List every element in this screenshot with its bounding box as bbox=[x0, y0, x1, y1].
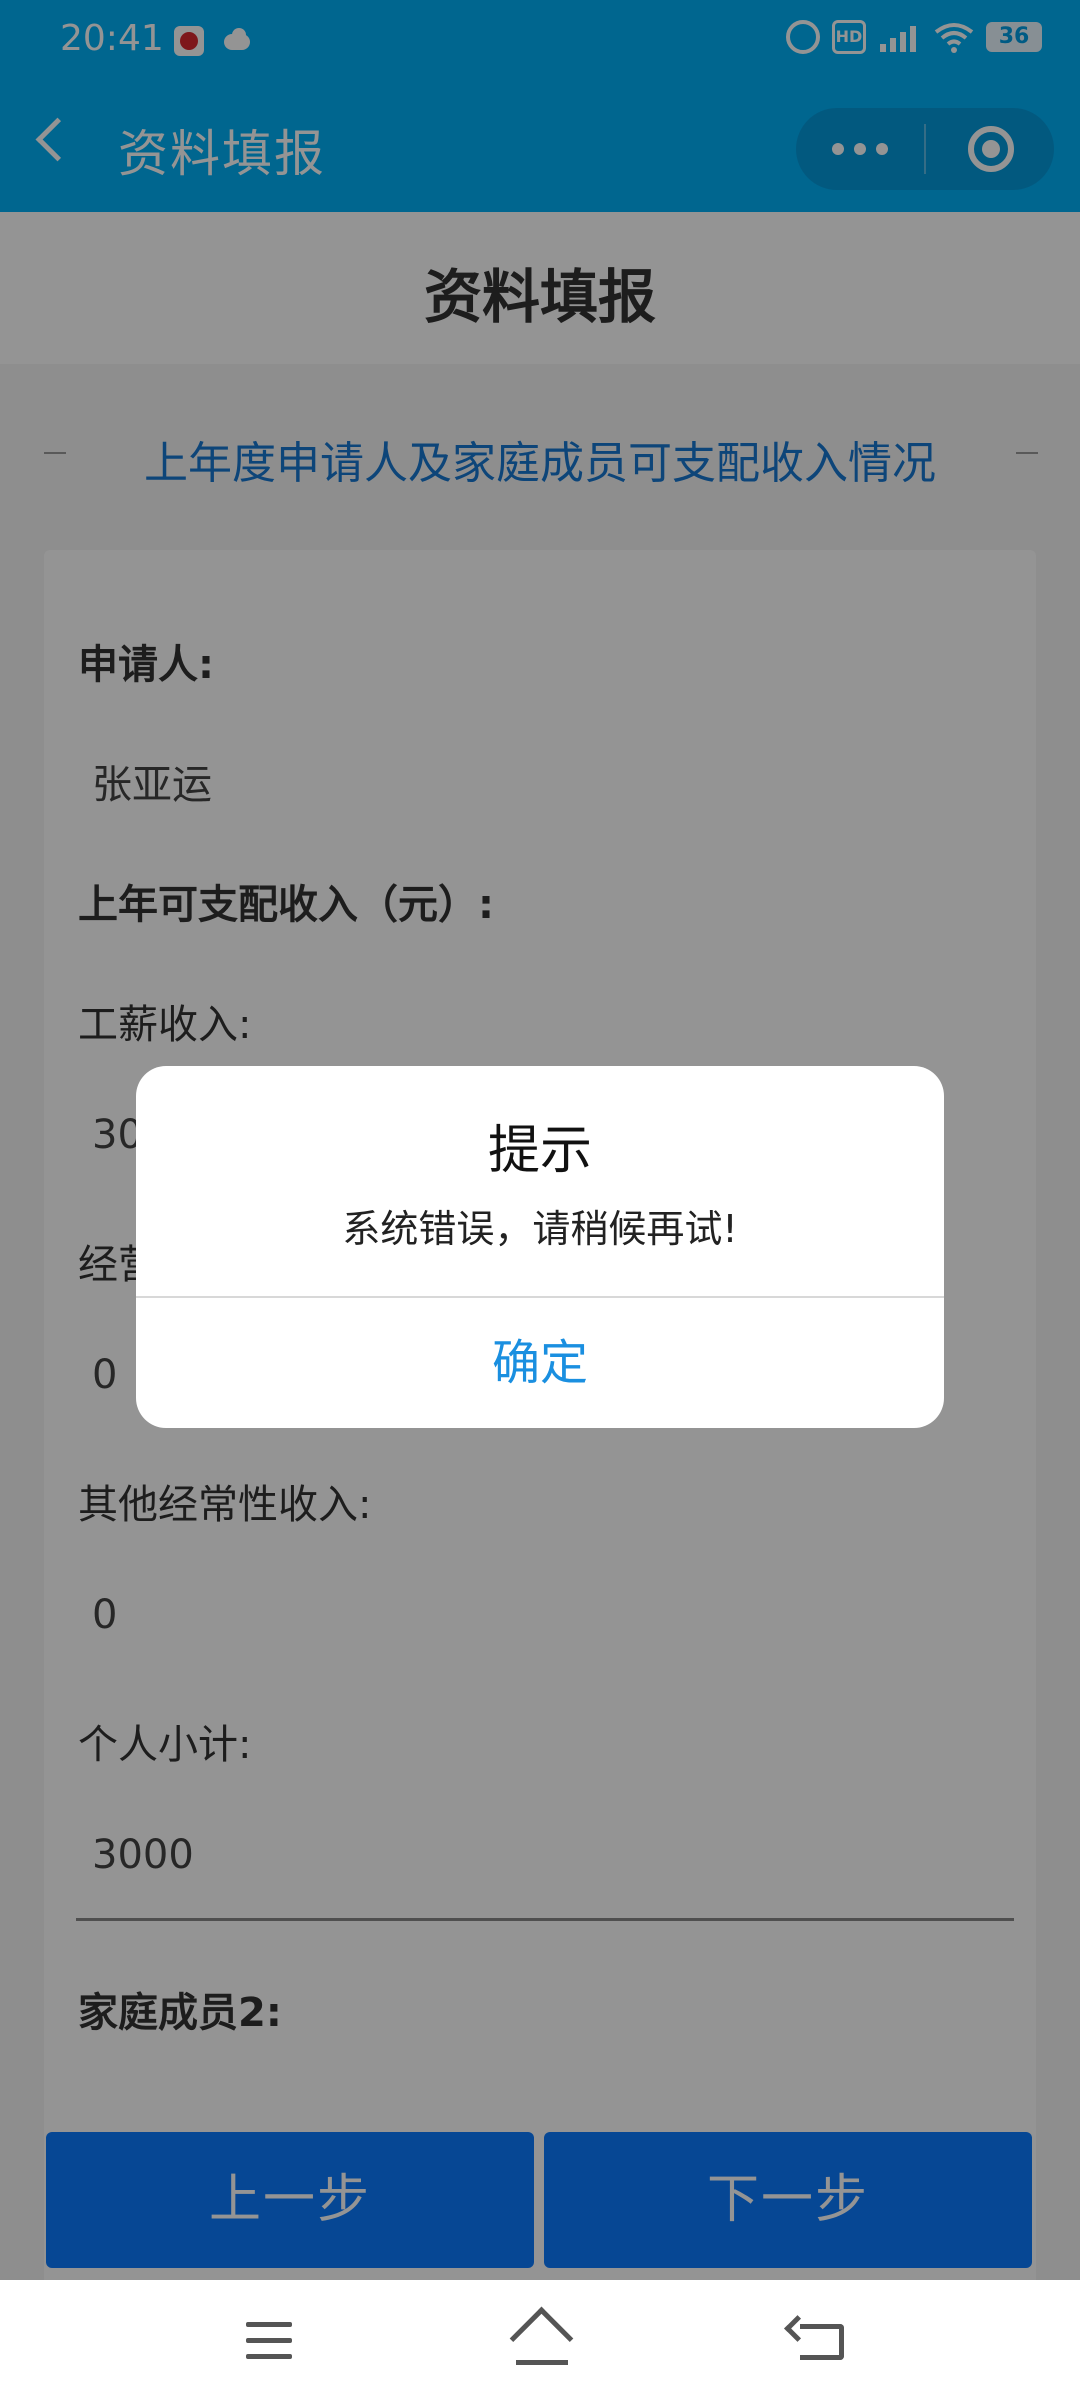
alert-dialog: 提示 系统错误，请稍候再试! 确定 bbox=[136, 1066, 944, 1428]
dialog-confirm-button[interactable]: 确定 bbox=[136, 1298, 944, 1428]
home-icon[interactable] bbox=[509, 2306, 574, 2371]
system-back-icon[interactable] bbox=[800, 2324, 844, 2360]
dialog-title: 提示 bbox=[487, 1121, 592, 1181]
menu-icon[interactable] bbox=[246, 2322, 292, 2362]
system-nav-bar bbox=[0, 2280, 1080, 2408]
dialog-message: 系统错误，请稍候再试! bbox=[342, 1207, 738, 1251]
